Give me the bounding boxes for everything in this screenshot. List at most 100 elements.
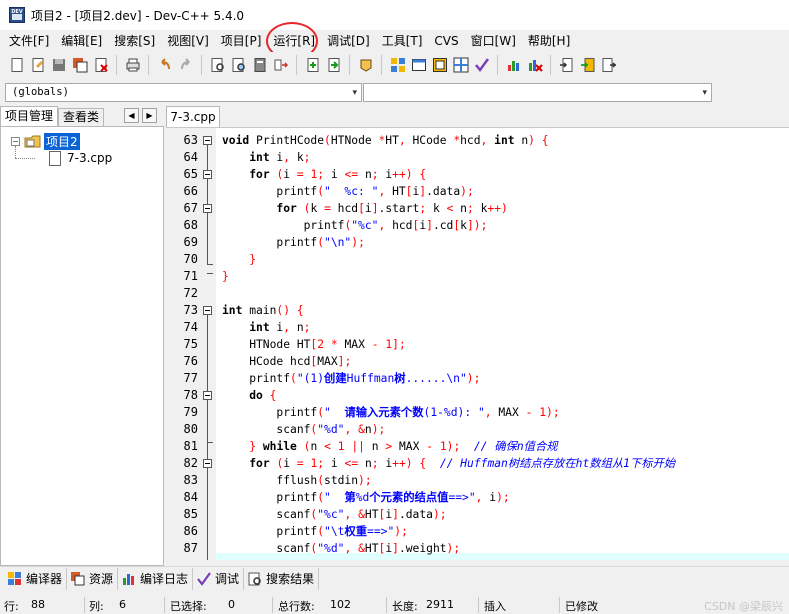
tab-resources[interactable]: 资源	[67, 567, 119, 590]
redo-button[interactable]	[175, 55, 196, 76]
code-line: printf("\n");	[222, 236, 365, 249]
debug-button[interactable]	[556, 55, 577, 76]
menu-file[interactable]: 文件[F]	[3, 31, 55, 51]
tab-scroll-left-icon[interactable]: ◀	[124, 108, 139, 123]
delete-profile-button[interactable]	[524, 55, 545, 76]
code-line: }	[249, 253, 257, 266]
menu-cvs[interactable]: CVS	[428, 31, 464, 51]
menu-window[interactable]: 窗口[W]	[465, 31, 522, 51]
line-number: 75	[183, 337, 198, 351]
editor-tab-7-3-cpp[interactable]: 7-3.cpp	[166, 106, 220, 128]
tab-debug[interactable]: 调试	[193, 567, 245, 590]
save-button[interactable]	[48, 55, 69, 76]
menu-search[interactable]: 搜索[S]	[108, 31, 161, 51]
fold-collapse-icon[interactable]	[203, 136, 212, 145]
line-number: 69	[183, 235, 198, 249]
add-watch-button[interactable]	[577, 55, 598, 76]
tree-connector	[15, 146, 16, 158]
status-divider	[84, 597, 85, 613]
close-file-button[interactable]	[90, 55, 111, 76]
menu-project[interactable]: 项目[P]	[215, 31, 268, 51]
tree-node-project[interactable]: − 项目2	[11, 132, 80, 150]
status-col-label: 列:	[89, 600, 104, 613]
status-divider	[559, 597, 560, 613]
code-line: int i, n;	[249, 321, 311, 334]
undo-button[interactable]	[154, 55, 175, 76]
code-line: fflush(stdin);	[222, 474, 372, 487]
fold-collapse-icon[interactable]	[203, 459, 212, 468]
line-number: 78	[183, 388, 198, 402]
compile-button[interactable]	[387, 55, 408, 76]
line-number: 67	[183, 201, 198, 215]
line-number: 83	[183, 473, 198, 487]
status-insert-mode: 插入	[484, 600, 506, 613]
goto-function-button[interactable]	[270, 55, 291, 76]
status-length-value: 2911	[426, 598, 454, 611]
code-editor[interactable]: 63 64 65 66 67 68 69 70 71 72 73 74 75 76 77 78 79 80 81 82…	[166, 127, 789, 560]
class-browser-button[interactable]	[355, 55, 376, 76]
line-number: 65	[183, 167, 198, 181]
status-col-value: 6	[119, 598, 126, 611]
run-button[interactable]	[408, 55, 429, 76]
fold-markers	[201, 128, 215, 560]
find-button[interactable]	[207, 55, 228, 76]
line-number: 80	[183, 422, 198, 436]
chevron-down-icon: ▾	[352, 88, 357, 98]
syntax-check-button[interactable]	[471, 55, 492, 76]
menu-help[interactable]: 帮助[H]	[522, 31, 576, 51]
compile-log-icon	[123, 573, 135, 585]
project-tree: − 项目2 7-3.cpp	[0, 126, 164, 566]
line-number: 66	[183, 184, 198, 198]
line-number: 84	[183, 490, 198, 504]
print-button[interactable]	[122, 55, 143, 76]
new-file-button[interactable]	[6, 55, 27, 76]
menu-tools[interactable]: 工具[T]	[376, 31, 429, 51]
scope-combo-value: (globals)	[12, 86, 69, 98]
project-folder-icon	[24, 135, 41, 148]
new-project-button[interactable]	[302, 55, 323, 76]
tab-search-results[interactable]: 搜索结果	[244, 567, 320, 590]
rebuild-button[interactable]	[450, 55, 471, 76]
code-line: HCode hcd[MAX];	[222, 355, 352, 368]
menu-edit[interactable]: 编辑[E]	[55, 31, 108, 51]
project-panel: 项目管理 查看类 ◀ ▶ − 项目2 7-3.cpp	[0, 106, 164, 566]
stop-debug-button[interactable]	[598, 55, 619, 76]
tree-node-file[interactable]: 7-3.cpp	[49, 149, 112, 167]
line-number: 81	[183, 439, 198, 453]
line-number: 73	[183, 303, 198, 317]
toolbar-separator	[296, 55, 297, 75]
open-project-button[interactable]	[323, 55, 344, 76]
fold-collapse-icon[interactable]	[203, 391, 212, 400]
status-divider	[478, 597, 479, 613]
function-combo[interactable]: ▾	[363, 83, 712, 102]
collapse-icon[interactable]: −	[11, 136, 20, 146]
tab-class-view[interactable]: 查看类	[58, 108, 105, 126]
tab-compile-log[interactable]: 编译日志	[118, 567, 194, 590]
code-line: scanf("%c", &HT[i].data);	[222, 508, 447, 521]
menu-run[interactable]: 运行[R]	[267, 31, 321, 51]
save-all-button[interactable]	[69, 55, 90, 76]
status-total-value: 102	[330, 598, 351, 611]
fold-collapse-icon[interactable]	[203, 306, 212, 315]
profile-chart-button[interactable]	[503, 55, 524, 76]
line-number: 79	[183, 405, 198, 419]
menu-debug[interactable]: 调试[D]	[321, 31, 376, 51]
toolbar-separator	[201, 55, 202, 75]
code-line: scanf("%d", &HT[i].weight);	[222, 542, 461, 555]
tab-compiler[interactable]: 编译器	[4, 567, 68, 590]
tab-project-manager[interactable]: 项目管理	[0, 106, 59, 126]
tab-scroll-right-icon[interactable]: ▶	[142, 108, 157, 123]
compile-run-button[interactable]	[429, 55, 450, 76]
replace-button[interactable]	[228, 55, 249, 76]
line-number: 74	[183, 320, 198, 334]
line-number: 76	[183, 354, 198, 368]
open-file-button[interactable]	[27, 55, 48, 76]
status-selected-label: 已选择:	[170, 600, 207, 613]
fold-collapse-icon[interactable]	[203, 170, 212, 179]
scope-combo[interactable]: (globals) ▾	[5, 83, 362, 102]
fold-collapse-icon[interactable]	[203, 204, 212, 213]
code-line: printf("(1)创建Huffman树......\n");	[222, 372, 481, 385]
search-results-icon	[248, 572, 261, 585]
menu-view[interactable]: 视图[V]	[161, 31, 215, 51]
goto-line-button[interactable]	[249, 55, 270, 76]
